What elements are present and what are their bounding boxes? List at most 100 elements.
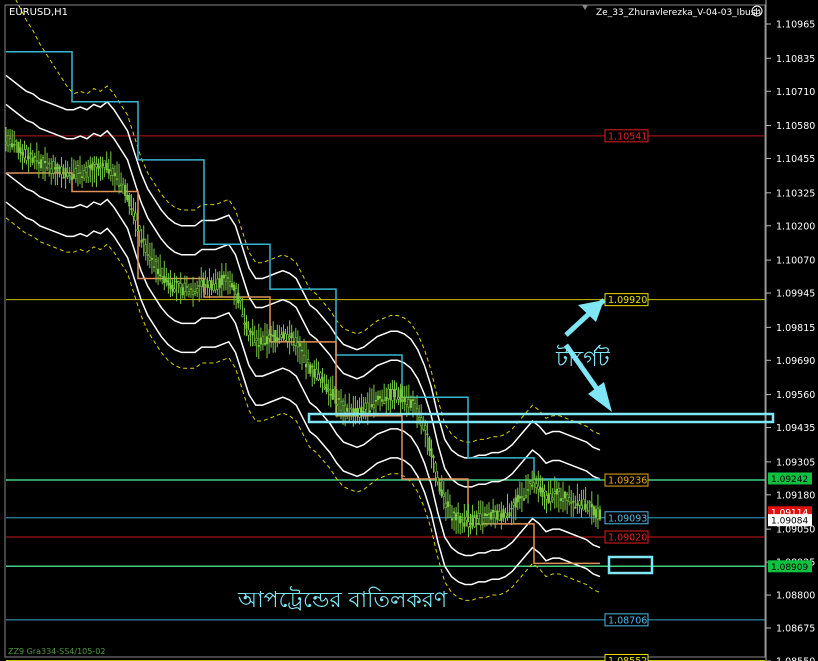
candle-body	[257, 345, 260, 347]
candle-body	[292, 344, 295, 347]
candle-body	[381, 399, 384, 402]
candle-body	[237, 292, 240, 304]
candle-body	[161, 267, 164, 277]
candle-body	[448, 504, 452, 518]
candle-body	[395, 389, 398, 401]
candle-body	[241, 314, 244, 318]
candle-body	[467, 521, 470, 528]
candle-body	[572, 500, 575, 503]
candle-body	[335, 403, 339, 406]
candle-body	[109, 170, 112, 176]
axis-tag-label: 1.08909	[771, 563, 808, 573]
candle-body	[46, 166, 49, 169]
candle-body	[366, 402, 369, 414]
y-tick-label: 1.10965	[776, 20, 815, 31]
candle-body	[85, 167, 88, 173]
candle-body	[31, 157, 34, 163]
candle-body	[156, 268, 160, 275]
candle-body	[370, 404, 373, 408]
candle-body	[372, 404, 376, 409]
cancel-annotation: আপট্রেন্ডের বাতিলকরণ	[237, 586, 448, 613]
candle-body	[122, 183, 125, 194]
candle-body	[97, 163, 100, 170]
candle-body	[586, 510, 589, 512]
candle-body	[132, 210, 135, 217]
candle-body	[311, 365, 314, 368]
candle-body	[483, 513, 486, 517]
candle-body	[463, 522, 466, 527]
candle-body	[590, 503, 593, 508]
candle-body	[512, 502, 515, 506]
price-level-label: 1.09236	[608, 476, 647, 487]
upper-band-inner	[5, 103, 601, 488]
y-tick-label: 1.09305	[776, 457, 815, 468]
candle-body	[117, 185, 121, 187]
y-tick-label: 1.10200	[776, 221, 815, 232]
chart-svg: 1.10965 1.10835 1.10710 1.10580 1.10455 1.103…	[4, 0, 815, 661]
y-tick-label: 1.09180	[776, 490, 815, 501]
candle-body	[21, 152, 24, 156]
candle-body	[261, 335, 265, 345]
y-tick-label: 1.10710	[776, 87, 815, 98]
candle-body	[580, 505, 583, 509]
upper-band-outer	[5, 74, 601, 459]
candle-body	[401, 399, 404, 402]
candle-body	[105, 162, 108, 171]
candle-body	[440, 489, 443, 497]
candle-body	[198, 285, 201, 287]
candle-body	[526, 488, 530, 491]
candle-body	[222, 274, 225, 279]
candle-body	[181, 287, 184, 296]
candle-body	[41, 157, 45, 160]
candle-body	[23, 149, 26, 159]
candle-body	[290, 332, 293, 339]
symbol-timeframe-label: EURUSD,H1	[9, 7, 68, 18]
candle-body	[58, 167, 61, 169]
candle-body	[535, 483, 538, 488]
candle-body	[6, 135, 10, 147]
candle-body	[152, 266, 156, 268]
candle-body	[344, 404, 347, 413]
candle-body	[167, 280, 170, 286]
axis-tag-label: 1.09084	[771, 517, 808, 527]
candle-body	[360, 406, 363, 413]
candle-body	[202, 279, 205, 288]
candle-body	[214, 283, 217, 291]
candle-body	[494, 511, 497, 518]
candle-body	[383, 400, 386, 404]
candle-body	[226, 277, 230, 279]
candle-body	[136, 229, 139, 232]
candle-body	[455, 513, 458, 521]
y-tick-label: 1.09945	[776, 289, 815, 300]
price-level-label: 1.08706	[608, 615, 647, 626]
candle-body	[208, 280, 211, 289]
y-tick-label: 1.08550	[776, 657, 815, 661]
candle-body	[280, 334, 283, 338]
candle-body	[300, 349, 304, 352]
candle-body	[430, 448, 433, 457]
candle-body	[475, 514, 478, 519]
candle-body	[403, 397, 406, 403]
candle-body	[424, 425, 427, 431]
lower-band-inner	[5, 172, 601, 557]
candle-body	[144, 244, 147, 253]
candle-body	[87, 166, 90, 178]
candle-body	[62, 176, 65, 179]
candle-body	[120, 183, 123, 186]
candle-body	[385, 396, 388, 401]
candle-body	[13, 144, 16, 146]
candle-body	[364, 402, 367, 410]
candle-body	[259, 337, 262, 345]
price-level-label: 1.08552	[608, 656, 647, 661]
candle-body	[66, 172, 69, 177]
candle-body	[278, 338, 281, 340]
axis-tag-label: 1.09242	[771, 475, 808, 485]
candle-body	[578, 500, 581, 506]
candle-body	[272, 334, 275, 337]
candle-body	[224, 275, 228, 282]
candle-body	[270, 334, 273, 336]
candle-body	[473, 517, 476, 527]
candle-body	[502, 509, 505, 518]
candle-body	[489, 512, 493, 520]
candle-body	[54, 167, 57, 170]
